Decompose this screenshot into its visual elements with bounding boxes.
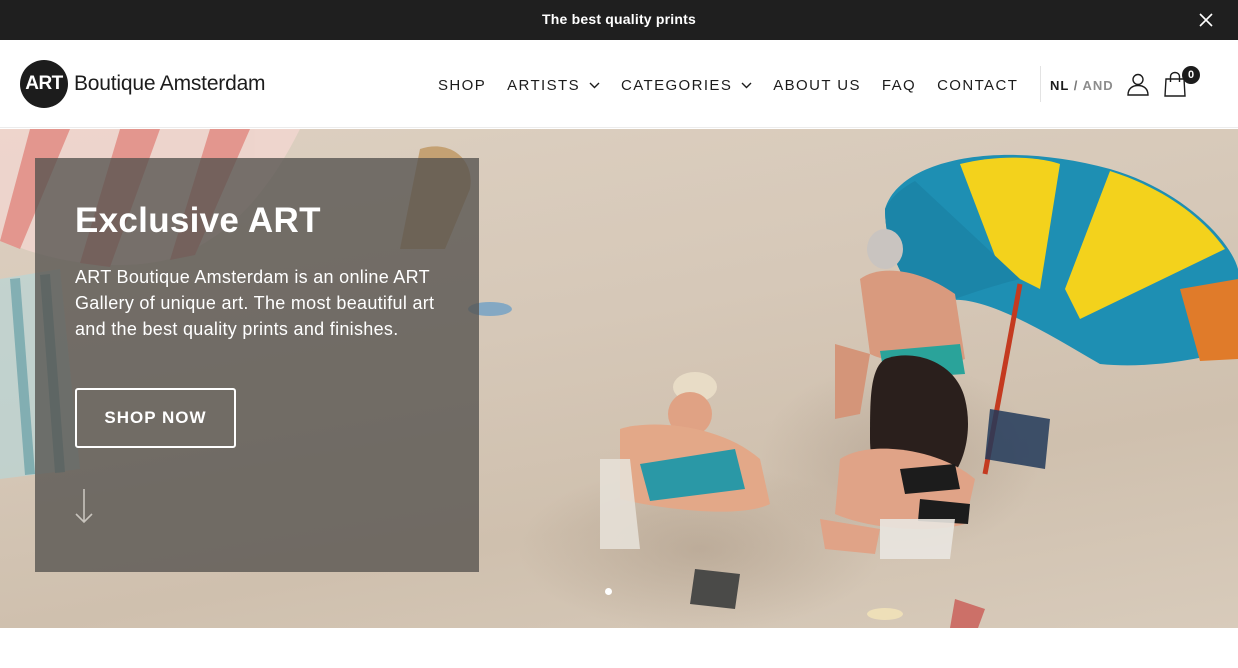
nav-item-contact[interactable]: CONTACT <box>937 77 1018 94</box>
announcement-text: The best quality prints <box>542 11 696 27</box>
slider-dot-1[interactable] <box>605 588 612 595</box>
language-nl[interactable]: NL <box>1050 78 1069 93</box>
nav-item-about-us[interactable]: ABOUT US <box>773 77 861 94</box>
chevron-down-icon <box>589 82 600 88</box>
logo-text: Boutique Amsterdam <box>74 72 266 95</box>
shop-now-button[interactable]: SHOP NOW <box>75 388 236 448</box>
nav-item-label: ABOUT US <box>773 76 861 94</box>
nav-item-shop[interactable]: SHOP <box>438 77 486 94</box>
hero-description: ART Boutique Amsterdam is an online ART … <box>75 267 435 339</box>
nav-item-label: CATEGORIES <box>621 76 733 94</box>
nav-item-faq[interactable]: FAQ <box>882 77 916 94</box>
chevron-down-icon <box>741 82 752 88</box>
nav-item-categories[interactable]: CATEGORIES <box>621 77 752 94</box>
hero-banner: Exclusive ART ART Boutique Amsterdam is … <box>0 129 1238 628</box>
announcement-bar: The best quality prints <box>0 0 1238 40</box>
nav-item-label: CONTACT <box>937 76 1019 94</box>
site-logo[interactable]: ART Boutique Amsterdam <box>20 60 266 108</box>
nav-item-label: SHOP <box>438 76 487 94</box>
main-nav: SHOP ARTISTS CATEGORIES ABOUT US FAQ CON… <box>438 74 1039 96</box>
language-and[interactable]: AND <box>1082 78 1113 93</box>
nav-item-artists[interactable]: ARTISTS <box>507 77 600 94</box>
nav-item-label: FAQ <box>881 76 917 94</box>
logo-mark: ART <box>20 60 68 108</box>
hero-title: Exclusive ART <box>75 201 321 240</box>
user-icon[interactable] <box>1126 72 1150 96</box>
nav-divider <box>1040 66 1041 102</box>
cart-count-badge: 0 <box>1182 66 1200 84</box>
close-icon[interactable] <box>1198 12 1214 28</box>
nav-item-label: ARTISTS <box>507 76 580 94</box>
site-header: ART Boutique Amsterdam SHOP ARTISTS CATE… <box>0 40 1238 128</box>
hero-content-panel: Exclusive ART ART Boutique Amsterdam is … <box>35 158 479 572</box>
arrow-down-icon[interactable] <box>75 488 93 524</box>
language-switcher: NL / AND <box>1050 78 1114 93</box>
